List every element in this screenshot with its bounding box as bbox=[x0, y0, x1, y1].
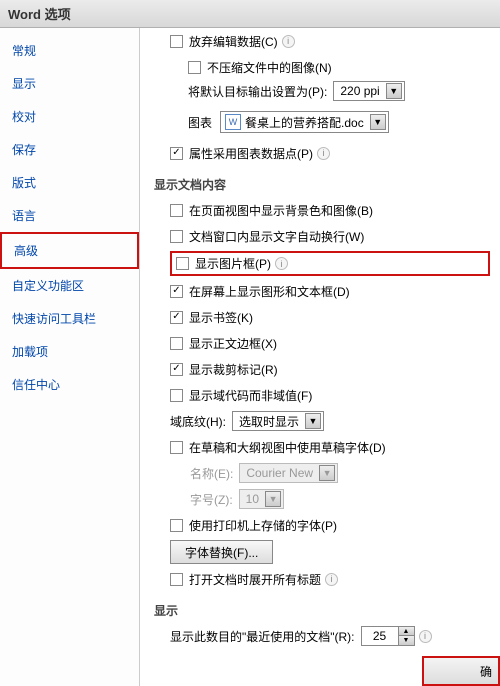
sidebar-item-addins[interactable]: 加载项 bbox=[0, 335, 139, 368]
help-icon[interactable]: i bbox=[282, 35, 295, 48]
label-discard-edit: 放弃编辑数据(C) bbox=[189, 33, 278, 50]
checkbox-no-compress[interactable] bbox=[188, 61, 201, 74]
checkbox-text-boundaries[interactable] bbox=[170, 337, 183, 350]
sidebar-item-display[interactable]: 显示 bbox=[0, 67, 139, 100]
row-image-size: 不压缩文件中的图像(N) 将默认目标输出设置为(P): 220 ppi ▼ bbox=[150, 56, 490, 102]
row-printer-fonts: 使用打印机上存储的字体(P) bbox=[170, 514, 490, 536]
dropdown-font-name: Courier New ▼ bbox=[239, 463, 338, 483]
row-recent-docs: 显示此数目的"最近使用的文档"(R): ▲ ▼ i bbox=[170, 625, 490, 647]
row-drawings: 在屏幕上显示图形和文本框(D) bbox=[170, 280, 490, 302]
checkbox-wrap-text[interactable] bbox=[170, 230, 183, 243]
content-pane: 放弃编辑数据(C) i 不压缩文件中的图像(N) 将默认目标输出设置为(P): … bbox=[140, 28, 500, 686]
row-draft-font: 在草稿和大纲视图中使用草稿字体(D) bbox=[170, 436, 490, 458]
checkbox-crop-marks[interactable] bbox=[170, 363, 183, 376]
image-size-icon bbox=[150, 63, 182, 95]
sidebar: 常规 显示 校对 保存 版式 语言 高级 自定义功能区 快速访问工具栏 加载项 … bbox=[0, 28, 140, 686]
help-icon[interactable]: i bbox=[325, 573, 338, 586]
word-file-icon: W bbox=[225, 114, 241, 130]
row-font-size: 字号(Z): 10 ▼ bbox=[190, 488, 490, 510]
label-chart: 图表 bbox=[188, 114, 212, 131]
sidebar-item-quick-access[interactable]: 快速访问工具栏 bbox=[0, 302, 139, 335]
dialog-body: 常规 显示 校对 保存 版式 语言 高级 自定义功能区 快速访问工具栏 加载项 … bbox=[0, 28, 500, 686]
window-title: Word 选项 bbox=[8, 7, 71, 22]
checkbox-bg-colors[interactable] bbox=[170, 204, 183, 217]
sidebar-item-trust-center[interactable]: 信任中心 bbox=[0, 368, 139, 401]
checkbox-drawings[interactable] bbox=[170, 285, 183, 298]
checkbox-discard-edit[interactable] bbox=[170, 35, 183, 48]
row-field-shading: 域底纹(H): 选取时显示 ▼ bbox=[170, 410, 490, 432]
dropdown-chart-file[interactable]: W 餐桌上的营养搭配.doc ▼ bbox=[220, 111, 389, 133]
row-chart: 图表 W 餐桌上的营养搭配.doc ▼ bbox=[150, 106, 490, 138]
row-pic-placeholders: 显示图片框(P) i bbox=[170, 251, 490, 276]
help-icon[interactable]: i bbox=[275, 257, 288, 270]
checkbox-pic-placeholders[interactable] bbox=[176, 257, 189, 270]
help-icon[interactable]: i bbox=[317, 147, 330, 160]
row-chart-datapoints: 属性采用图表数据点(P) i bbox=[170, 142, 490, 164]
row-font-name: 名称(E): Courier New ▼ bbox=[190, 462, 490, 484]
dropdown-font-size: 10 ▼ bbox=[239, 489, 284, 509]
checkbox-chart-datapoints[interactable] bbox=[170, 147, 183, 160]
row-text-boundaries: 显示正文边框(X) bbox=[170, 332, 490, 354]
label-no-compress: 不压缩文件中的图像(N) bbox=[207, 59, 332, 76]
chevron-down-icon: ▼ bbox=[319, 465, 335, 481]
sidebar-item-proofing[interactable]: 校对 bbox=[0, 100, 139, 133]
chevron-down-icon: ▼ bbox=[370, 114, 386, 130]
label-default-output: 将默认目标输出设置为(P): bbox=[188, 83, 327, 100]
sidebar-item-advanced[interactable]: 高级 bbox=[0, 232, 139, 269]
checkbox-expand-headings[interactable] bbox=[170, 573, 183, 586]
spinner-recent-docs[interactable]: ▲ ▼ bbox=[361, 626, 415, 646]
sidebar-item-layout[interactable]: 版式 bbox=[0, 166, 139, 199]
sidebar-item-customize-ribbon[interactable]: 自定义功能区 bbox=[0, 269, 139, 302]
dropdown-field-shading[interactable]: 选取时显示 ▼ bbox=[232, 411, 324, 431]
row-wrap-text: 文档窗口内显示文字自动换行(W) bbox=[170, 225, 490, 247]
row-crop-marks: 显示裁剪标记(R) bbox=[170, 358, 490, 380]
font-subst-button[interactable]: 字体替换(F)... bbox=[170, 540, 273, 564]
chevron-down-icon: ▼ bbox=[386, 83, 402, 99]
checkbox-printer-fonts[interactable] bbox=[170, 519, 183, 532]
dropdown-default-output[interactable]: 220 ppi ▼ bbox=[333, 81, 404, 101]
chevron-down-icon[interactable]: ▼ bbox=[399, 636, 414, 645]
section-title-display: 显示 bbox=[150, 602, 490, 619]
checkbox-bookmarks[interactable] bbox=[170, 311, 183, 324]
ok-button[interactable]: 确 bbox=[422, 656, 500, 686]
row-discard-edit: 放弃编辑数据(C) i bbox=[170, 30, 490, 52]
row-font-subst: 字体替换(F)... bbox=[170, 540, 490, 564]
checkbox-draft-font[interactable] bbox=[170, 441, 183, 454]
section-title-doc-content: 显示文档内容 bbox=[150, 176, 490, 193]
chevron-up-icon[interactable]: ▲ bbox=[399, 627, 414, 636]
sidebar-item-general[interactable]: 常规 bbox=[0, 34, 139, 67]
checkbox-field-codes[interactable] bbox=[170, 389, 183, 402]
chart-icon bbox=[150, 106, 182, 138]
chevron-down-icon: ▼ bbox=[305, 413, 321, 429]
title-bar: Word 选项 bbox=[0, 0, 500, 28]
row-expand-headings: 打开文档时展开所有标题 i bbox=[170, 568, 490, 590]
row-bg-colors: 在页面视图中显示背景色和图像(B) bbox=[170, 199, 490, 221]
sidebar-item-language[interactable]: 语言 bbox=[0, 199, 139, 232]
help-icon[interactable]: i bbox=[419, 630, 432, 643]
sidebar-item-save[interactable]: 保存 bbox=[0, 133, 139, 166]
row-field-codes: 显示域代码而非域值(F) bbox=[170, 384, 490, 406]
label-chart-datapoints: 属性采用图表数据点(P) bbox=[189, 145, 313, 162]
chevron-down-icon: ▼ bbox=[265, 491, 281, 507]
spinner-recent-docs-input[interactable] bbox=[362, 627, 398, 645]
row-bookmarks: 显示书签(K) bbox=[170, 306, 490, 328]
